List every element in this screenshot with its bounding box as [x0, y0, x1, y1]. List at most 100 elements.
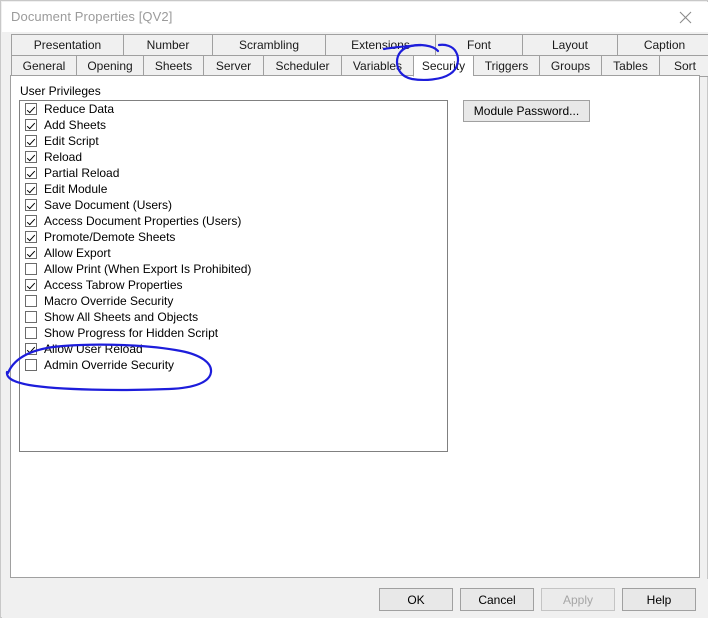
privilege-item[interactable]: Reduce Data [20, 101, 447, 117]
tab-label: Layout [551, 38, 589, 52]
user-privileges-label: User Privileges [20, 84, 101, 98]
checkbox-checked-icon[interactable] [25, 183, 37, 195]
checkbox-checked-icon[interactable] [25, 135, 37, 147]
privilege-item[interactable]: Promote/Demote Sheets [20, 229, 447, 245]
privilege-label: Show Progress for Hidden Script [44, 325, 219, 340]
tab-row-top: Presentation Number Scrambling Extensions Fo… [11, 34, 708, 56]
apply-button: Apply [541, 588, 615, 611]
tab-presentation[interactable]: Presentation [11, 34, 123, 56]
privilege-item[interactable]: Partial Reload [20, 165, 447, 181]
tab-label: Tables [613, 59, 648, 73]
checkbox-checked-icon[interactable] [25, 247, 37, 259]
tab-label: Caption [643, 38, 686, 52]
privilege-label: Access Tabrow Properties [44, 277, 183, 292]
tab-label: Groups [550, 59, 591, 73]
privilege-item[interactable]: Show Progress for Hidden Script [20, 325, 447, 341]
privilege-label: Allow Print (When Export Is Prohibited) [44, 261, 252, 276]
checkbox-unchecked-icon[interactable] [25, 311, 37, 323]
privilege-item[interactable]: Reload [20, 149, 447, 165]
privilege-item[interactable]: Allow Export [20, 245, 447, 261]
checkbox-checked-icon[interactable] [25, 279, 37, 291]
tab-general[interactable]: General [11, 55, 76, 77]
privilege-label: Reduce Data [44, 101, 115, 116]
checkbox-unchecked-icon[interactable] [25, 295, 37, 307]
checkbox-checked-icon[interactable] [25, 199, 37, 211]
privilege-label: Promote/Demote Sheets [44, 229, 176, 244]
help-button[interactable]: Help [622, 588, 696, 611]
tab-label: Security [421, 59, 466, 73]
tab-label: Variables [352, 59, 403, 73]
checkbox-checked-icon[interactable] [25, 151, 37, 163]
ok-button[interactable]: OK [379, 588, 453, 611]
privilege-item[interactable]: Admin Override Security [20, 357, 447, 373]
cancel-button[interactable]: Cancel [460, 588, 534, 611]
checkbox-checked-icon[interactable] [25, 343, 37, 355]
tab-tables[interactable]: Tables [601, 55, 659, 77]
checkbox-checked-icon[interactable] [25, 231, 37, 243]
tab-scrambling[interactable]: Scrambling [212, 34, 325, 56]
dialog-footer: OK Cancel Apply Help [2, 579, 708, 618]
checkbox-checked-icon[interactable] [25, 167, 37, 179]
privilege-label: Add Sheets [44, 117, 107, 132]
tab-strip: Presentation Number Scrambling Extensions Fo… [2, 32, 708, 77]
privilege-item[interactable]: Edit Module [20, 181, 447, 197]
privilege-item[interactable]: Add Sheets [20, 117, 447, 133]
tab-label: Server [215, 59, 252, 73]
tab-label: Sort [673, 59, 696, 73]
privilege-item[interactable]: Save Document (Users) [20, 197, 447, 213]
checkbox-checked-icon[interactable] [25, 119, 37, 131]
privilege-item[interactable]: Show All Sheets and Objects [20, 309, 447, 325]
checkbox-unchecked-icon[interactable] [25, 359, 37, 371]
tab-font[interactable]: Font [435, 34, 522, 56]
privilege-label: Allow User Reload [44, 341, 143, 356]
tab-label: Font [466, 38, 491, 52]
tab-number[interactable]: Number [123, 34, 212, 56]
privilege-item[interactable]: Edit Script [20, 133, 447, 149]
tab-label: Triggers [484, 59, 529, 73]
privilege-label: Admin Override Security [44, 357, 175, 372]
checkbox-unchecked-icon[interactable] [25, 327, 37, 339]
security-tab-panel: User Privileges Reduce Data Add Sheets Edi… [10, 75, 700, 578]
tab-row-bottom: General Opening Sheets Server Scheduler Varia… [11, 55, 708, 77]
tab-label: Extensions [351, 38, 410, 52]
privilege-label: Access Document Properties (Users) [44, 213, 242, 228]
module-password-button[interactable]: Module Password... [463, 100, 590, 122]
tab-label: Scheduler [275, 59, 330, 73]
checkbox-checked-icon[interactable] [25, 103, 37, 115]
privilege-item[interactable]: Access Document Properties (Users) [20, 213, 447, 229]
user-privileges-list[interactable]: Reduce Data Add Sheets Edit Script Reload Pa… [19, 100, 448, 452]
tab-opening[interactable]: Opening [76, 55, 143, 77]
tab-groups[interactable]: Groups [539, 55, 601, 77]
privilege-label: Allow Export [44, 245, 111, 260]
privilege-item[interactable]: Allow Print (When Export Is Prohibited) [20, 261, 447, 277]
tab-scheduler[interactable]: Scheduler [263, 55, 341, 77]
tab-label: Sheets [154, 59, 193, 73]
checkbox-unchecked-icon[interactable] [25, 263, 37, 275]
privilege-item[interactable]: Access Tabrow Properties [20, 277, 447, 293]
privilege-label: Show All Sheets and Objects [44, 309, 199, 324]
tab-variables[interactable]: Variables [341, 55, 413, 77]
tab-security[interactable]: Security [413, 55, 473, 77]
tab-server[interactable]: Server [203, 55, 263, 77]
close-icon [679, 11, 691, 23]
checkbox-checked-icon[interactable] [25, 215, 37, 227]
tab-layout[interactable]: Layout [522, 34, 617, 56]
close-button[interactable] [662, 2, 708, 32]
title-bar: Document Properties [QV2] [2, 2, 708, 32]
tab-triggers[interactable]: Triggers [473, 55, 539, 77]
tab-extensions[interactable]: Extensions [325, 34, 435, 56]
privilege-label: Partial Reload [44, 165, 120, 180]
privilege-label: Reload [44, 149, 83, 164]
tab-sort[interactable]: Sort [659, 55, 708, 77]
tab-label: Scrambling [238, 38, 300, 52]
tab-label: Number [146, 38, 190, 52]
tab-sheets[interactable]: Sheets [143, 55, 203, 77]
privilege-label: Edit Script [44, 133, 99, 148]
privilege-item[interactable]: Macro Override Security [20, 293, 447, 309]
document-properties-dialog: Document Properties [QV2] Presentation Nu… [0, 0, 708, 618]
privilege-label: Edit Module [44, 181, 108, 196]
tab-label: General [22, 59, 66, 73]
privilege-item[interactable]: Allow User Reload [20, 341, 447, 357]
tab-label: Presentation [33, 38, 102, 52]
tab-caption[interactable]: Caption [617, 34, 708, 56]
